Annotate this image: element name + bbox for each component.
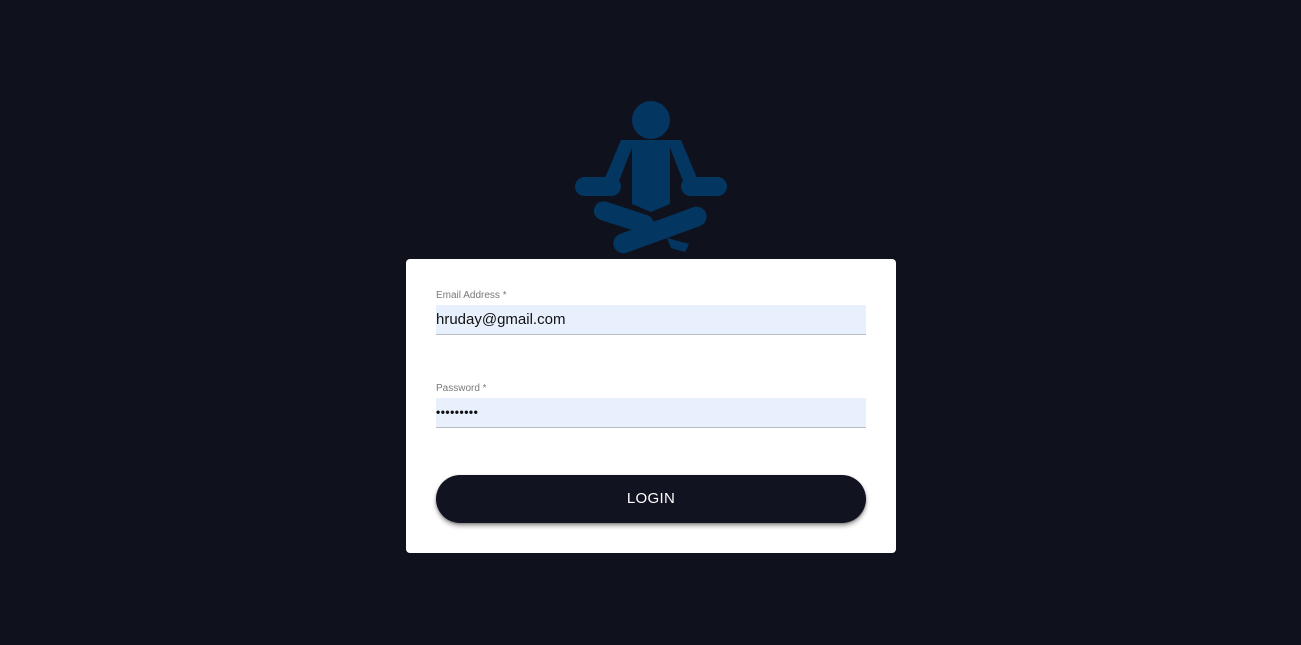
login-button[interactable]: LOGIN — [436, 475, 866, 523]
login-page: Email Address * hruday@gmail.com Passwor… — [0, 0, 1301, 645]
email-label: Email Address * — [436, 290, 507, 301]
password-input[interactable]: ••••••••• — [436, 398, 866, 428]
login-card: Email Address * hruday@gmail.com Passwor… — [406, 259, 896, 553]
meditation-person-icon — [575, 101, 727, 254]
email-field-group: Email Address * hruday@gmail.com — [436, 290, 866, 335]
password-label: Password * — [436, 383, 487, 394]
email-input[interactable]: hruday@gmail.com — [436, 305, 866, 335]
password-field-group: Password * ••••••••• — [436, 383, 866, 428]
